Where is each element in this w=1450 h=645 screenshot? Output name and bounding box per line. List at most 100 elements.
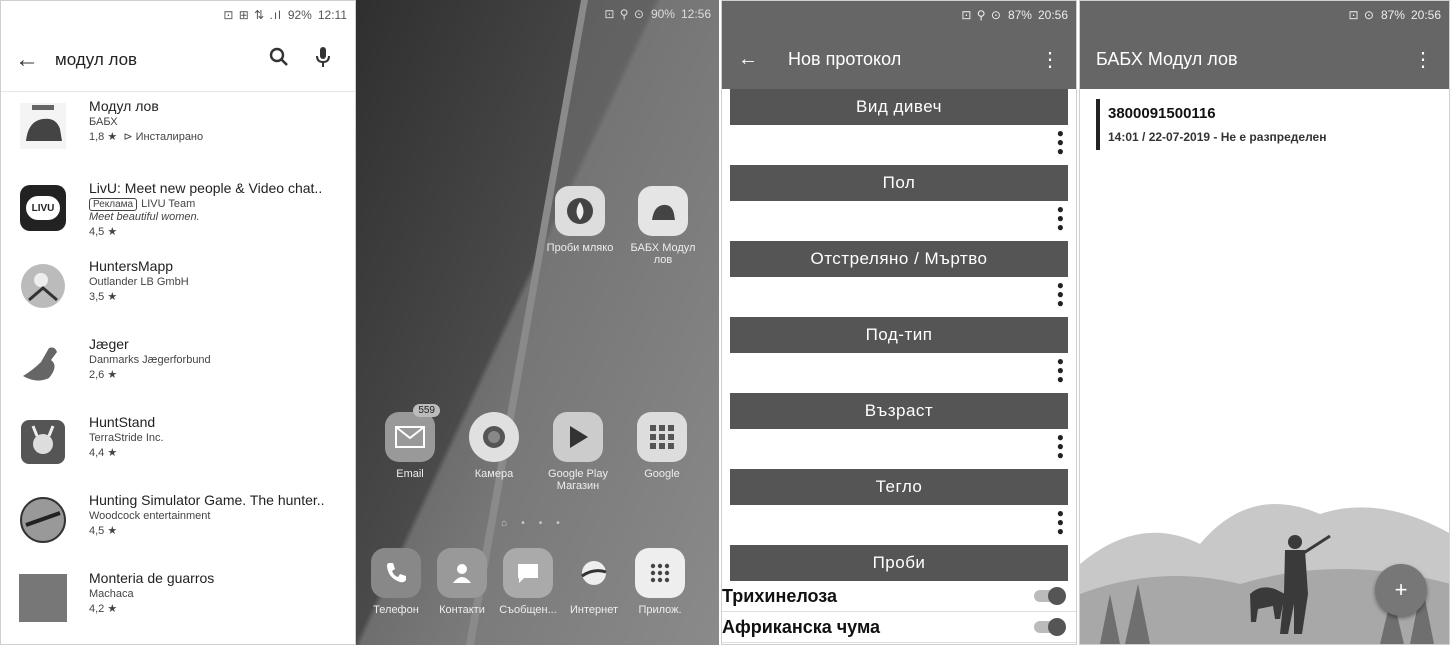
livu-app-icon: LIVU (15, 180, 71, 236)
overflow-menu-icon[interactable]: ⋮ (1413, 47, 1433, 72)
battery-level: 90% (650, 7, 675, 21)
clock: 20:56 (1410, 8, 1441, 22)
app-label: Email (396, 468, 424, 480)
back-arrow-icon[interactable]: ← (738, 48, 788, 71)
search-results: Модул лов БАБХ 1,8 ★ ⊳ Инсталирано LIVU … (1, 92, 355, 634)
field-header: Отстреляно / Мъртво (730, 241, 1068, 277)
camera-icon (469, 412, 519, 462)
toggle-african-swine-fever[interactable]: Африканска чума (722, 612, 1076, 643)
play-store-icon (553, 412, 603, 462)
field-header: Вид дивеч (730, 89, 1068, 125)
result-title: Модул лов (89, 98, 159, 114)
search-query[interactable]: модул лов (55, 50, 257, 70)
phone-icon (371, 548, 421, 598)
home-screen: ⊡ ⚲ ⊙ 90% 12:56 Проби мляко БАБХ Модул л… (356, 0, 719, 645)
play-store-screen: ⊡ ⊞ ⇅ .ıl 92% 12:11 ← модул лов Модул ло… (0, 0, 356, 645)
field-header: Тегло (730, 469, 1068, 505)
overflow-menu-icon[interactable]: ⋮ (1040, 47, 1060, 72)
result-item[interactable]: LIVU LivU: Meet new people & Video chat.… (15, 160, 347, 252)
app-probi-milk[interactable]: Проби мляко (540, 186, 620, 254)
more-dots-icon[interactable]: ● ● ● (1057, 203, 1064, 233)
more-dots-icon[interactable]: ● ● ● (1057, 431, 1064, 461)
field-shot-dead[interactable]: Отстреляно / Мъртво ● ● ● (730, 241, 1068, 317)
more-dots-icon[interactable]: ● ● ● (1057, 127, 1064, 157)
field-species[interactable]: Вид дивеч ● ● ● (730, 89, 1068, 165)
field-header: Проби (730, 545, 1068, 581)
result-developer: БАБХ (89, 116, 118, 128)
result-item[interactable]: HuntersMapp Outlander LB GmbH 3,5 ★ (15, 252, 347, 330)
toggle-switch[interactable] (1034, 587, 1066, 605)
status-bar: ⊡ ⚲ ⊙ 87% 20:56 (722, 1, 1076, 29)
new-protocol-screen: ⊡ ⚲ ⊙ 87% 20:56 ← Нов протокол ⋮ Вид див… (721, 0, 1077, 645)
huntersmapp-icon (15, 258, 71, 314)
hunting-sim-icon (15, 492, 71, 548)
duck-app-icon (15, 336, 71, 392)
app-label: Google Play Магазин (548, 468, 608, 492)
search-icon[interactable] (257, 47, 301, 73)
result-item[interactable]: Monteria de guarros Machaca 4,2 ★ (15, 564, 347, 634)
result-developer: Machaca (89, 588, 134, 600)
app-babh-module[interactable]: БАБХ Модул лов (623, 186, 703, 266)
app-label: Проби мляко (546, 242, 614, 254)
result-rating: 2,6 ★ (89, 369, 118, 381)
result-item[interactable]: Модул лов БАБХ 1,8 ★ ⊳ Инсталирано (15, 92, 347, 160)
google-folder-icon (637, 412, 687, 462)
result-developer: LIVU Team (141, 198, 196, 210)
result-title: Monteria de guarros (89, 570, 215, 586)
field-subtype[interactable]: Под-тип ● ● ● (730, 317, 1068, 393)
app-drawer[interactable]: Прилож. (620, 548, 700, 616)
babh-module-screen: ⊡ ⊙ 87% 20:56 БАБХ Модул лов ⋮ 380009150… (1079, 0, 1450, 645)
result-rating: 4,5 ★ (89, 226, 118, 238)
app-camera[interactable]: Камера (454, 412, 534, 480)
app-google-play[interactable]: Google Play Магазин (538, 412, 618, 492)
result-rating: 4,2 ★ (89, 603, 118, 615)
more-dots-icon[interactable]: ● ● ● (1057, 507, 1064, 537)
apps-grid-icon (635, 548, 685, 598)
installed-label: Инсталирано (135, 131, 204, 143)
app-email[interactable]: 559 Email (370, 404, 450, 480)
protocol-list-item[interactable]: 3800091500116 14:01 / 22-07-2019 - Не е … (1096, 99, 1439, 150)
toggle-switch[interactable] (1034, 618, 1066, 636)
microphone-icon[interactable] (301, 46, 345, 74)
screen-title: БАБХ Модул лов (1096, 48, 1238, 69)
field-age[interactable]: Възраст ● ● ● (730, 393, 1068, 469)
monteria-app-icon (15, 570, 71, 626)
plus-icon: + (1394, 577, 1408, 602)
clock: 20:56 (1037, 8, 1068, 22)
result-item[interactable]: Hunting Simulator Game. The hunter.. Woo… (15, 486, 347, 564)
internet-icon (569, 548, 619, 598)
toggle-label: Африканска чума (722, 616, 881, 637)
envelope-icon (385, 412, 435, 462)
result-rating: 4,4 ★ (89, 447, 118, 459)
battery-level: 87% (1007, 8, 1032, 22)
app-label: Google (644, 468, 680, 480)
email-badge: 559 (413, 404, 440, 417)
livu-logo-text: LIVU (26, 196, 60, 220)
field-samples: Проби (730, 545, 1068, 581)
contact-icon (437, 548, 487, 598)
result-item[interactable]: Jæger Danmarks Jægerforbund 2,6 ★ (15, 330, 347, 408)
more-dots-icon[interactable]: ● ● ● (1057, 355, 1064, 385)
result-title: Hunting Simulator Game. The hunter.. (89, 492, 325, 508)
result-item[interactable]: HuntStand TerraStride Inc. 4,4 ★ (15, 408, 347, 486)
message-icon (503, 548, 553, 598)
result-rating: 1,8 ★ (89, 131, 118, 143)
toggle-label: Трихинелоза (722, 585, 838, 606)
status-icons: ⊡ ⊙ (1348, 8, 1375, 22)
result-title: Jæger (89, 336, 129, 352)
search-bar: ← модул лов (1, 29, 355, 92)
app-label: Прилож. (638, 604, 682, 616)
app-google-folder[interactable]: Google (622, 412, 702, 480)
result-title: HuntStand (89, 414, 156, 430)
back-arrow-icon[interactable]: ← (15, 46, 55, 74)
toggle-trichinosis[interactable]: Трихинелоза (722, 581, 1076, 612)
result-title: LivU: Meet new people & Video chat.. (89, 180, 323, 196)
status-icons: ⊡ ⊞ ⇅ .ıl (223, 8, 282, 22)
add-protocol-button[interactable]: + (1375, 564, 1427, 616)
battery-level: 87% (1380, 8, 1405, 22)
drop-icon (555, 186, 605, 236)
field-weight[interactable]: Тегло ● ● ● (730, 469, 1068, 545)
more-dots-icon[interactable]: ● ● ● (1057, 279, 1064, 309)
status-bar: ⊡ ⚲ ⊙ 90% 12:56 (356, 0, 719, 28)
field-sex[interactable]: Пол ● ● ● (730, 165, 1068, 241)
